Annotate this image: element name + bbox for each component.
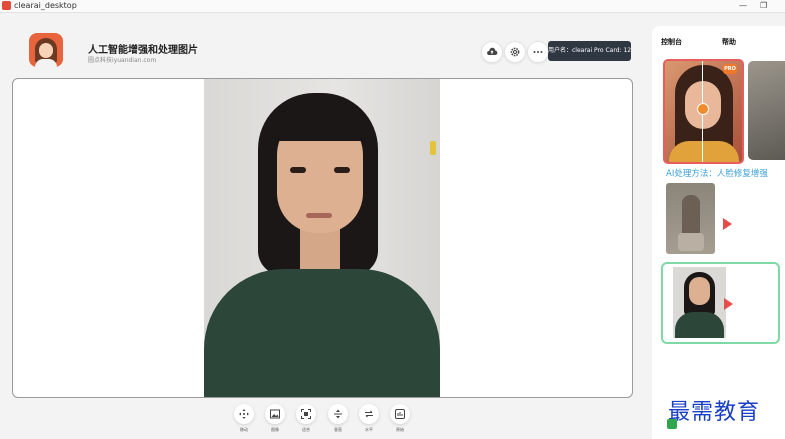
maximize-button[interactable]: ❐ [760,0,767,11]
app-icon [2,1,11,10]
tab-help[interactable]: 帮助 [722,37,736,47]
green-badge [667,419,677,429]
tab-console[interactable]: 控制台 [661,37,682,47]
portrait-image [204,79,440,397]
upload-button[interactable] [481,41,503,63]
minimize-button[interactable]: — [739,0,747,11]
tool-horizontal-label: 水平 [365,427,373,432]
more-button[interactable] [527,41,549,63]
watermark: 最需教育 [668,400,761,425]
more-icon [533,51,543,53]
tool-vertical-label: 垂直 [334,427,342,432]
settings-button[interactable] [504,41,526,63]
tool-move-label: 移动 [240,427,248,432]
sample-thumbnail-person[interactable] [666,183,715,254]
title-bar: clearai_desktop — ❐ [0,0,785,13]
play-icon[interactable] [723,218,732,230]
right-panel: 控制台 帮助 PRO AI处理方法：人脸修复增强 [652,26,785,439]
play-icon[interactable] [724,298,733,310]
sample-thumbnail-face[interactable]: PRO [663,59,744,164]
cloud-upload-icon [487,47,498,56]
tool-fit-label: 适合 [302,427,310,432]
method-caption: AI处理方法：人脸修复增强 [666,169,768,179]
move-icon [239,409,249,419]
tool-original[interactable]: 原始 [389,404,411,433]
app-name: 人工智能增强和处理图片 [88,45,198,56]
tool-image[interactable]: 图像 [264,404,286,433]
horizontal-flip-icon [365,410,373,418]
image-canvas[interactable] [12,78,633,398]
current-image-card[interactable] [661,262,780,344]
tool-move[interactable]: 移动 [233,404,255,433]
tool-vertical[interactable]: 垂直 [327,404,349,433]
fit-icon [301,409,311,419]
original-icon [395,409,405,419]
app-subtitle: 圆点科技iyuandian.com [88,57,157,64]
tool-image-label: 图像 [271,427,279,432]
tool-original-label: 原始 [396,427,404,432]
window-title: clearai_desktop [14,1,77,10]
image-icon [270,409,280,419]
gear-icon [510,47,520,57]
tool-horizontal[interactable]: 水平 [358,404,380,433]
user-badge[interactable]: 用户名：clearai Pro Card: 12 [548,41,631,61]
vertical-flip-icon [334,409,342,419]
app-logo [29,33,63,67]
tool-fit[interactable]: 适合 [295,404,317,433]
compare-slider-handle[interactable] [697,103,709,115]
pro-badge: PRO [723,64,737,74]
sample-thumbnail-old-photo[interactable] [748,61,785,160]
current-image-thumbnail [673,267,726,338]
